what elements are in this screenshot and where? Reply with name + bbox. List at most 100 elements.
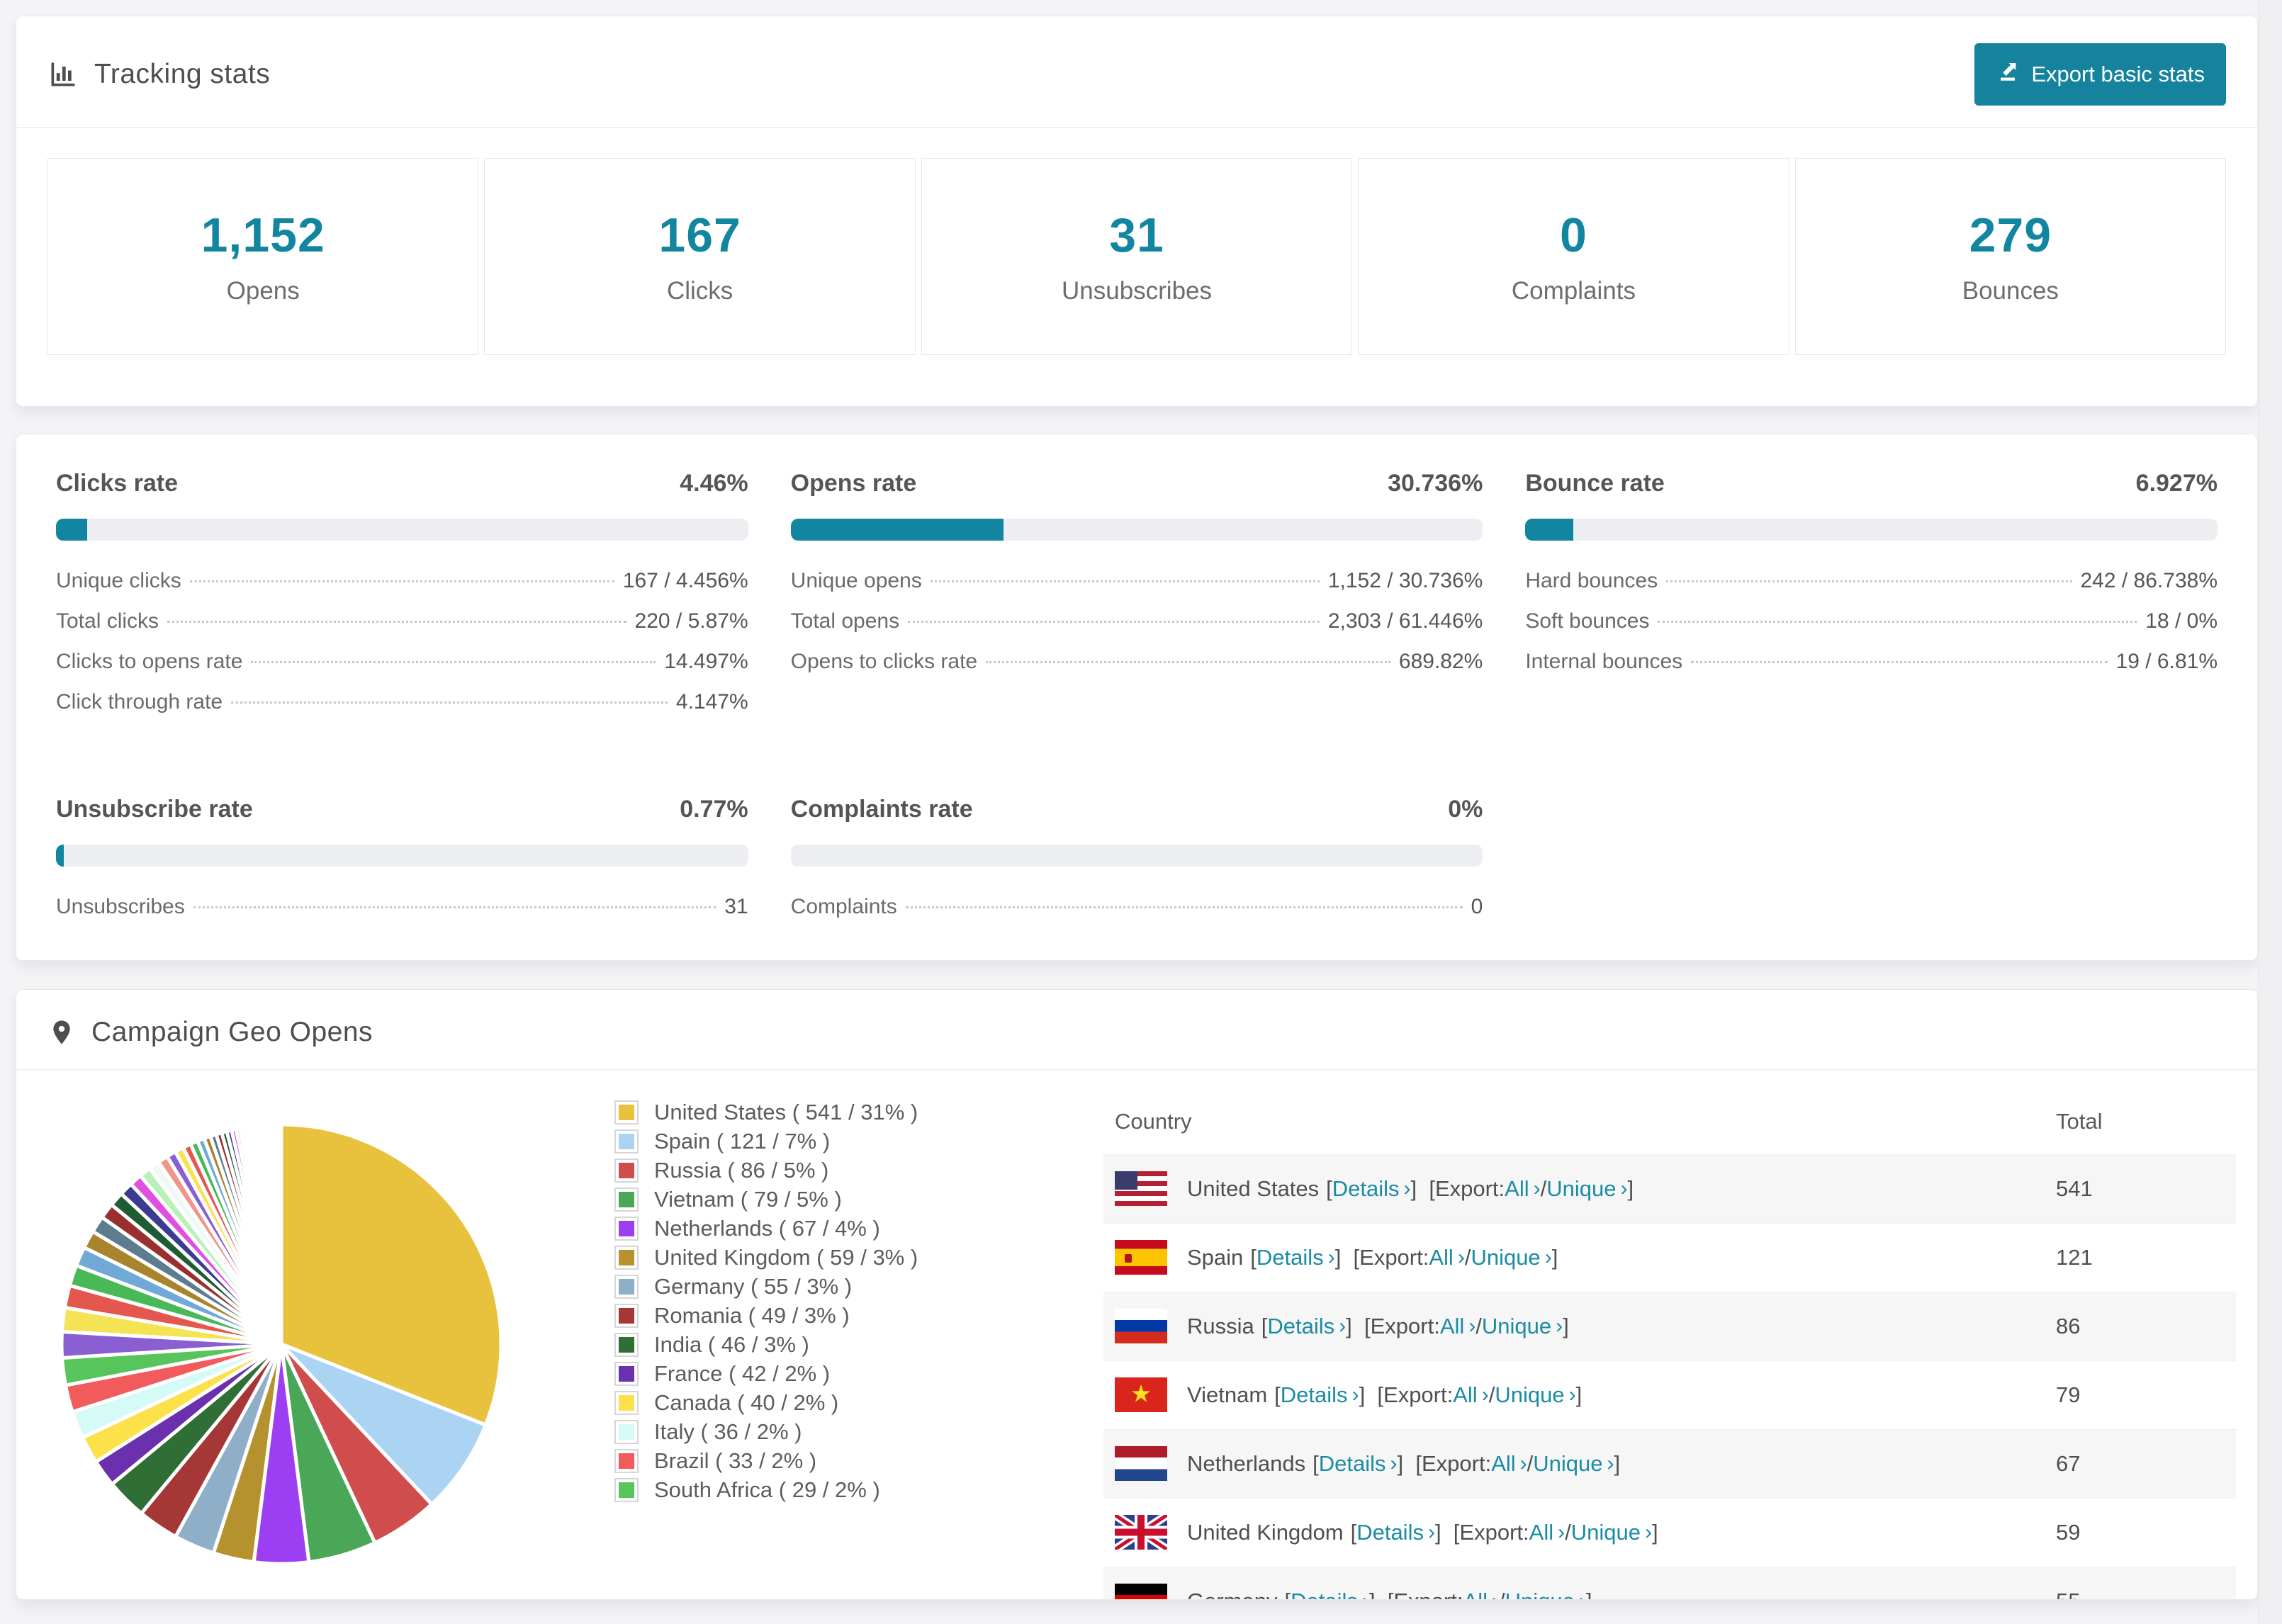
country-flag-es bbox=[1115, 1240, 1167, 1275]
slash: / bbox=[1565, 1519, 1571, 1545]
legend-label: Russia ( 86 / 5% ) bbox=[654, 1157, 829, 1183]
rate-detail-row: Soft bounces 18 / 0% bbox=[1525, 609, 2218, 633]
bracket: ] bbox=[1575, 1382, 1583, 1407]
export-all-link[interactable]: All bbox=[1453, 1382, 1477, 1408]
stat-label: Complaints bbox=[1511, 277, 1636, 305]
stat-box: 0 Complaints bbox=[1358, 158, 1789, 355]
export-all-link[interactable]: All bbox=[1440, 1314, 1464, 1339]
rate-value: 30.736% bbox=[1388, 470, 1483, 497]
country-flag-nl bbox=[1115, 1446, 1167, 1481]
table-row: Vietnam[Details›] [Export: All› / Unique… bbox=[1103, 1360, 2236, 1429]
legend-label: Vietnam ( 79 / 5% ) bbox=[654, 1186, 842, 1212]
pie-slice[interactable] bbox=[278, 1122, 283, 1346]
legend-label: Romania ( 49 / 3% ) bbox=[654, 1302, 850, 1328]
legend-item: Netherlands ( 67 / 4% ) bbox=[614, 1214, 1103, 1243]
country-name: Spain bbox=[1187, 1244, 1244, 1270]
chevron-right-icon: › bbox=[1644, 1520, 1652, 1544]
export-unique-link[interactable]: Unique bbox=[1482, 1314, 1551, 1339]
stat-label: Opens bbox=[226, 277, 300, 305]
legend-item: United Kingdom ( 59 / 3% ) bbox=[614, 1243, 1103, 1272]
rate-value: 6.927% bbox=[2135, 470, 2218, 497]
chevron-right-icon: › bbox=[1481, 1382, 1489, 1406]
rate-value: 0.77% bbox=[680, 796, 748, 823]
legend-swatch bbox=[614, 1303, 639, 1328]
legend-label: Italy ( 36 / 2% ) bbox=[654, 1419, 802, 1444]
details-link[interactable]: Details bbox=[1281, 1382, 1348, 1408]
chevron-right-icon: › bbox=[1544, 1245, 1552, 1269]
export-unique-link[interactable]: Unique bbox=[1533, 1451, 1602, 1477]
rate-section: Bounce rate 6.927% Hard bounces 242 / 86.73… bbox=[1525, 470, 2218, 731]
export-unique-link[interactable]: Unique bbox=[1495, 1382, 1564, 1408]
export-all-link[interactable]: All bbox=[1463, 1589, 1488, 1599]
slash: / bbox=[1527, 1450, 1534, 1476]
rate-detail-row: Unique opens 1,152 / 30.736% bbox=[790, 569, 1483, 592]
export-basic-stats-button[interactable]: Export basic stats bbox=[1974, 43, 2226, 106]
details-link[interactable]: Details bbox=[1267, 1314, 1334, 1339]
legend-item: France ( 42 / 2% ) bbox=[614, 1359, 1103, 1388]
export-unique-link[interactable]: Unique bbox=[1571, 1520, 1641, 1545]
rate-detail-row: Opens to clicks rate 689.82% bbox=[790, 650, 1483, 673]
tracking-stats-header: Tracking stats Export basic stats bbox=[16, 16, 2257, 128]
export-unique-link[interactable]: Unique bbox=[1546, 1176, 1616, 1202]
details-link[interactable]: Details bbox=[1332, 1176, 1400, 1202]
export-all-link[interactable]: All bbox=[1429, 1245, 1453, 1270]
table-row: Spain[Details ›] [Export: All › / Unique ›]… bbox=[1103, 1222, 2236, 1292]
details-link[interactable]: Details bbox=[1319, 1451, 1386, 1477]
country-total: 59 bbox=[2045, 1497, 2236, 1567]
legend-label: India ( 46 / 3% ) bbox=[654, 1331, 809, 1357]
page-scrollbar[interactable] bbox=[2259, 0, 2282, 1624]
legend-item: Vietnam ( 79 / 5% ) bbox=[614, 1185, 1103, 1214]
stat-value: 167 bbox=[658, 208, 741, 262]
export-all-link[interactable]: All bbox=[1529, 1520, 1553, 1545]
rate-detail-row: Total opens 2,303 / 61.446% bbox=[790, 609, 1483, 633]
legend-item: Russia ( 86 / 5% ) bbox=[614, 1156, 1103, 1185]
bracket: ] bbox=[1614, 1450, 1621, 1476]
rate-section: Complaints rate 0% Complaints 0 bbox=[790, 796, 1483, 935]
chevron-right-icon: › bbox=[1579, 1589, 1586, 1599]
country-total: 79 bbox=[2045, 1360, 2236, 1429]
rate-section: Unsubscribe rate 0.77% Unsubscribes 31 bbox=[56, 796, 748, 935]
stat-value: 1,152 bbox=[201, 208, 325, 262]
country-name: Russia bbox=[1187, 1313, 1254, 1338]
legend-swatch bbox=[614, 1477, 639, 1502]
export-label: ] [Export: bbox=[1434, 1519, 1529, 1545]
details-link[interactable]: Details bbox=[1356, 1520, 1424, 1545]
rate-section: Clicks rate 4.46% Unique clicks 167 / 4.456… bbox=[56, 470, 748, 731]
rate-value: 0% bbox=[1448, 796, 1483, 823]
legend-item: Romania ( 49 / 3% ) bbox=[614, 1301, 1103, 1330]
country-total: 67 bbox=[2045, 1428, 2236, 1498]
rate-detail-row: Unique clicks 167 / 4.456% bbox=[56, 569, 748, 592]
export-all-link[interactable]: All bbox=[1505, 1176, 1529, 1202]
legend-label: France ( 42 / 2% ) bbox=[654, 1360, 831, 1386]
chevron-right-icon: › bbox=[1492, 1589, 1499, 1599]
column-header-country: Country bbox=[1115, 1108, 1192, 1134]
legend-swatch bbox=[614, 1216, 639, 1241]
chevron-right-icon: › bbox=[1620, 1176, 1628, 1200]
country-flag-de bbox=[1115, 1584, 1167, 1599]
export-all-link[interactable]: All bbox=[1491, 1451, 1515, 1477]
stat-label: Clicks bbox=[666, 277, 734, 305]
details-link[interactable]: Details bbox=[1257, 1245, 1324, 1270]
chevron-right-icon: › bbox=[1533, 1176, 1541, 1200]
rate-detail-row: Clicks to opens rate 14.497% bbox=[56, 650, 748, 673]
rate-title: Unsubscribe rate bbox=[56, 796, 253, 823]
details-link[interactable]: Details bbox=[1291, 1589, 1358, 1599]
rate-section: Opens rate 30.736% Unique opens 1,152 / 30.… bbox=[790, 470, 1483, 731]
rates-grid: Clicks rate 4.46% Unique clicks 167 / 4.456… bbox=[16, 434, 2257, 971]
chevron-right-icon: › bbox=[1607, 1451, 1614, 1475]
rate-progress-bar bbox=[790, 845, 1483, 867]
chevron-right-icon: › bbox=[1468, 1314, 1476, 1338]
rate-detail-row: Hard bounces 242 / 86.738% bbox=[1525, 569, 2218, 592]
location-pin-icon bbox=[47, 1017, 76, 1048]
export-unique-link[interactable]: Unique bbox=[1471, 1245, 1540, 1270]
pie-legend: United States ( 541 / 31% ) Spain ( 121 /… bbox=[614, 1089, 1103, 1599]
legend-swatch bbox=[614, 1332, 639, 1357]
legend-swatch bbox=[614, 1448, 639, 1473]
export-label: ] [Export: bbox=[1369, 1589, 1463, 1599]
geo-pie-chart[interactable] bbox=[47, 1089, 614, 1599]
rate-progress-bar bbox=[790, 519, 1483, 541]
legend-item: South Africa ( 29 / 2% ) bbox=[614, 1475, 1103, 1504]
country-flag-ru bbox=[1115, 1309, 1167, 1343]
table-row: United States[Details ›] [Export: All › / … bbox=[1103, 1154, 2236, 1223]
export-unique-link[interactable]: Unique bbox=[1505, 1589, 1575, 1599]
